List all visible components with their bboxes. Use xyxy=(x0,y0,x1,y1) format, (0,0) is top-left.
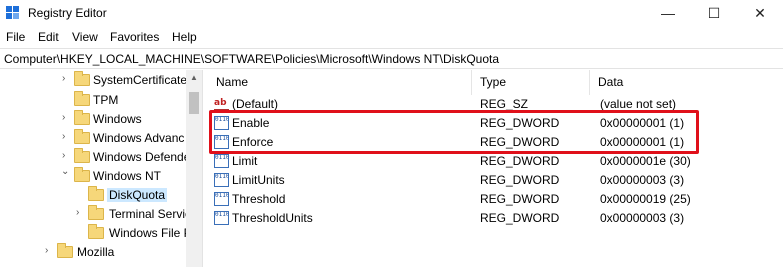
scroll-up-icon[interactable]: ▲ xyxy=(186,70,202,86)
tree-item-label: TPM xyxy=(93,93,119,107)
value-name: (Default) xyxy=(232,97,279,111)
folder-icon xyxy=(88,186,104,201)
value-row-threshold[interactable]: 0110 Threshold REG_DWORD 0x00000019 (25) xyxy=(208,190,783,209)
folder-icon xyxy=(88,205,104,220)
maximize-icon: ☐ xyxy=(707,5,721,21)
folder-icon xyxy=(88,224,104,239)
value-name: Limit xyxy=(232,154,258,168)
value-data: 0x00000003 (3) xyxy=(600,211,685,225)
chevron-right-icon[interactable]: › xyxy=(62,150,65,161)
tree-item-windows-nt[interactable]: ⌄ Windows NT xyxy=(0,166,186,186)
string-value-icon: ab xyxy=(214,97,229,111)
value-row-limit[interactable]: 0110 Limit REG_DWORD 0x0000001e (30) xyxy=(208,152,783,171)
value-type: REG_SZ xyxy=(480,97,529,111)
close-icon: ✕ xyxy=(754,5,766,21)
chevron-right-icon[interactable]: › xyxy=(62,131,65,142)
value-data: 0x00000003 (3) xyxy=(600,173,685,187)
tree-item-tpm[interactable]: TPM xyxy=(0,90,186,110)
tree-item-windows-file-protection[interactable]: Windows File P xyxy=(0,223,192,243)
tree-scrollbar[interactable]: ▲ xyxy=(186,70,202,267)
value-name: LimitUnits xyxy=(232,173,285,187)
maximize-button[interactable]: ☐ xyxy=(691,0,737,28)
tree-item-systemcertificate[interactable]: › SystemCertificate xyxy=(0,70,188,90)
chevron-right-icon[interactable]: › xyxy=(62,73,65,84)
tree-item-terminal-services[interactable]: › Terminal Servic xyxy=(0,204,191,224)
value-type: REG_DWORD xyxy=(480,192,560,206)
menu-help[interactable]: Help xyxy=(172,30,197,44)
folder-icon xyxy=(74,167,90,182)
chevron-down-icon[interactable]: ⌄ xyxy=(61,166,69,177)
minimize-icon: — xyxy=(661,5,675,21)
tree-item-windows-defender[interactable]: › Windows Defende xyxy=(0,147,190,167)
value-row-thresholdunits[interactable]: 0110 ThresholdUnits REG_DWORD 0x00000003… xyxy=(208,209,783,228)
values-list[interactable]: Name Type Data ab (Default) REG_SZ (valu… xyxy=(208,70,783,267)
value-type: REG_DWORD xyxy=(480,154,560,168)
address-bar[interactable]: Computer\HKEY_LOCAL_MACHINE\SOFTWARE\Pol… xyxy=(0,48,783,69)
tree-item-label: Windows Defende xyxy=(93,150,191,164)
value-type: REG_DWORD xyxy=(480,173,560,187)
folder-icon xyxy=(74,91,90,106)
tree-item-label: Windows File P xyxy=(109,226,192,240)
tree-item-label: Windows NT xyxy=(93,169,162,183)
chevron-right-icon[interactable]: › xyxy=(76,207,79,218)
folder-icon xyxy=(74,71,90,86)
tree-item-label: SystemCertificate xyxy=(93,73,188,87)
menu-bar: File Edit View Favorites Help xyxy=(0,28,783,48)
value-data: (value not set) xyxy=(600,97,677,111)
value-name: ThresholdUnits xyxy=(232,211,313,225)
window-title: Registry Editor xyxy=(28,6,107,20)
dword-value-icon: 0110 xyxy=(214,173,229,187)
value-data: 0x00000019 (25) xyxy=(600,192,691,206)
scrollbar-thumb[interactable] xyxy=(189,92,199,114)
tree-item-label: Windows xyxy=(93,112,142,126)
tree-item-diskquota[interactable]: DiskQuota xyxy=(0,185,186,205)
dword-value-icon: 0110 xyxy=(214,211,229,225)
column-header-data[interactable]: Data xyxy=(590,70,783,95)
menu-view[interactable]: View xyxy=(72,30,98,44)
address-path[interactable]: Computer\HKEY_LOCAL_MACHINE\SOFTWARE\Pol… xyxy=(4,52,499,66)
registry-editor-icon xyxy=(6,6,20,20)
tree-item-windows-advanced[interactable]: › Windows Advanc xyxy=(0,128,186,148)
minimize-button[interactable]: — xyxy=(645,0,691,28)
value-row-limitunits[interactable]: 0110 LimitUnits REG_DWORD 0x00000003 (3) xyxy=(208,171,783,190)
highlight-annotation xyxy=(209,110,699,154)
key-tree[interactable]: › SystemCertificate TPM › Windows › Wind… xyxy=(0,70,202,267)
folder-icon xyxy=(57,243,73,258)
dword-value-icon: 0110 xyxy=(214,192,229,206)
close-button[interactable]: ✕ xyxy=(737,0,783,28)
value-name: Threshold xyxy=(232,192,286,206)
dword-value-icon: 0110 xyxy=(214,154,229,168)
tree-item-windows[interactable]: › Windows xyxy=(0,109,186,129)
folder-icon xyxy=(74,110,90,125)
chevron-right-icon[interactable]: › xyxy=(62,112,65,123)
column-header-name[interactable]: Name xyxy=(208,70,472,95)
chevron-right-icon[interactable]: › xyxy=(45,245,48,256)
menu-edit[interactable]: Edit xyxy=(38,30,59,44)
value-type: REG_DWORD xyxy=(480,211,560,225)
title-bar[interactable]: Registry Editor — ☐ ✕ xyxy=(0,0,783,28)
column-header-type[interactable]: Type xyxy=(472,70,590,95)
menu-file[interactable]: File xyxy=(6,30,25,44)
folder-icon xyxy=(74,129,90,144)
folder-icon xyxy=(74,148,90,163)
tree-item-mozilla[interactable]: › Mozilla xyxy=(0,242,186,262)
menu-favorites[interactable]: Favorites xyxy=(110,30,159,44)
tree-item-label: Windows Advanc xyxy=(93,131,185,145)
tree-item-label: Mozilla xyxy=(77,245,115,259)
value-data: 0x0000001e (30) xyxy=(600,154,691,168)
tree-item-label: Terminal Servic xyxy=(109,207,192,221)
tree-item-label: DiskQuota xyxy=(107,188,168,202)
